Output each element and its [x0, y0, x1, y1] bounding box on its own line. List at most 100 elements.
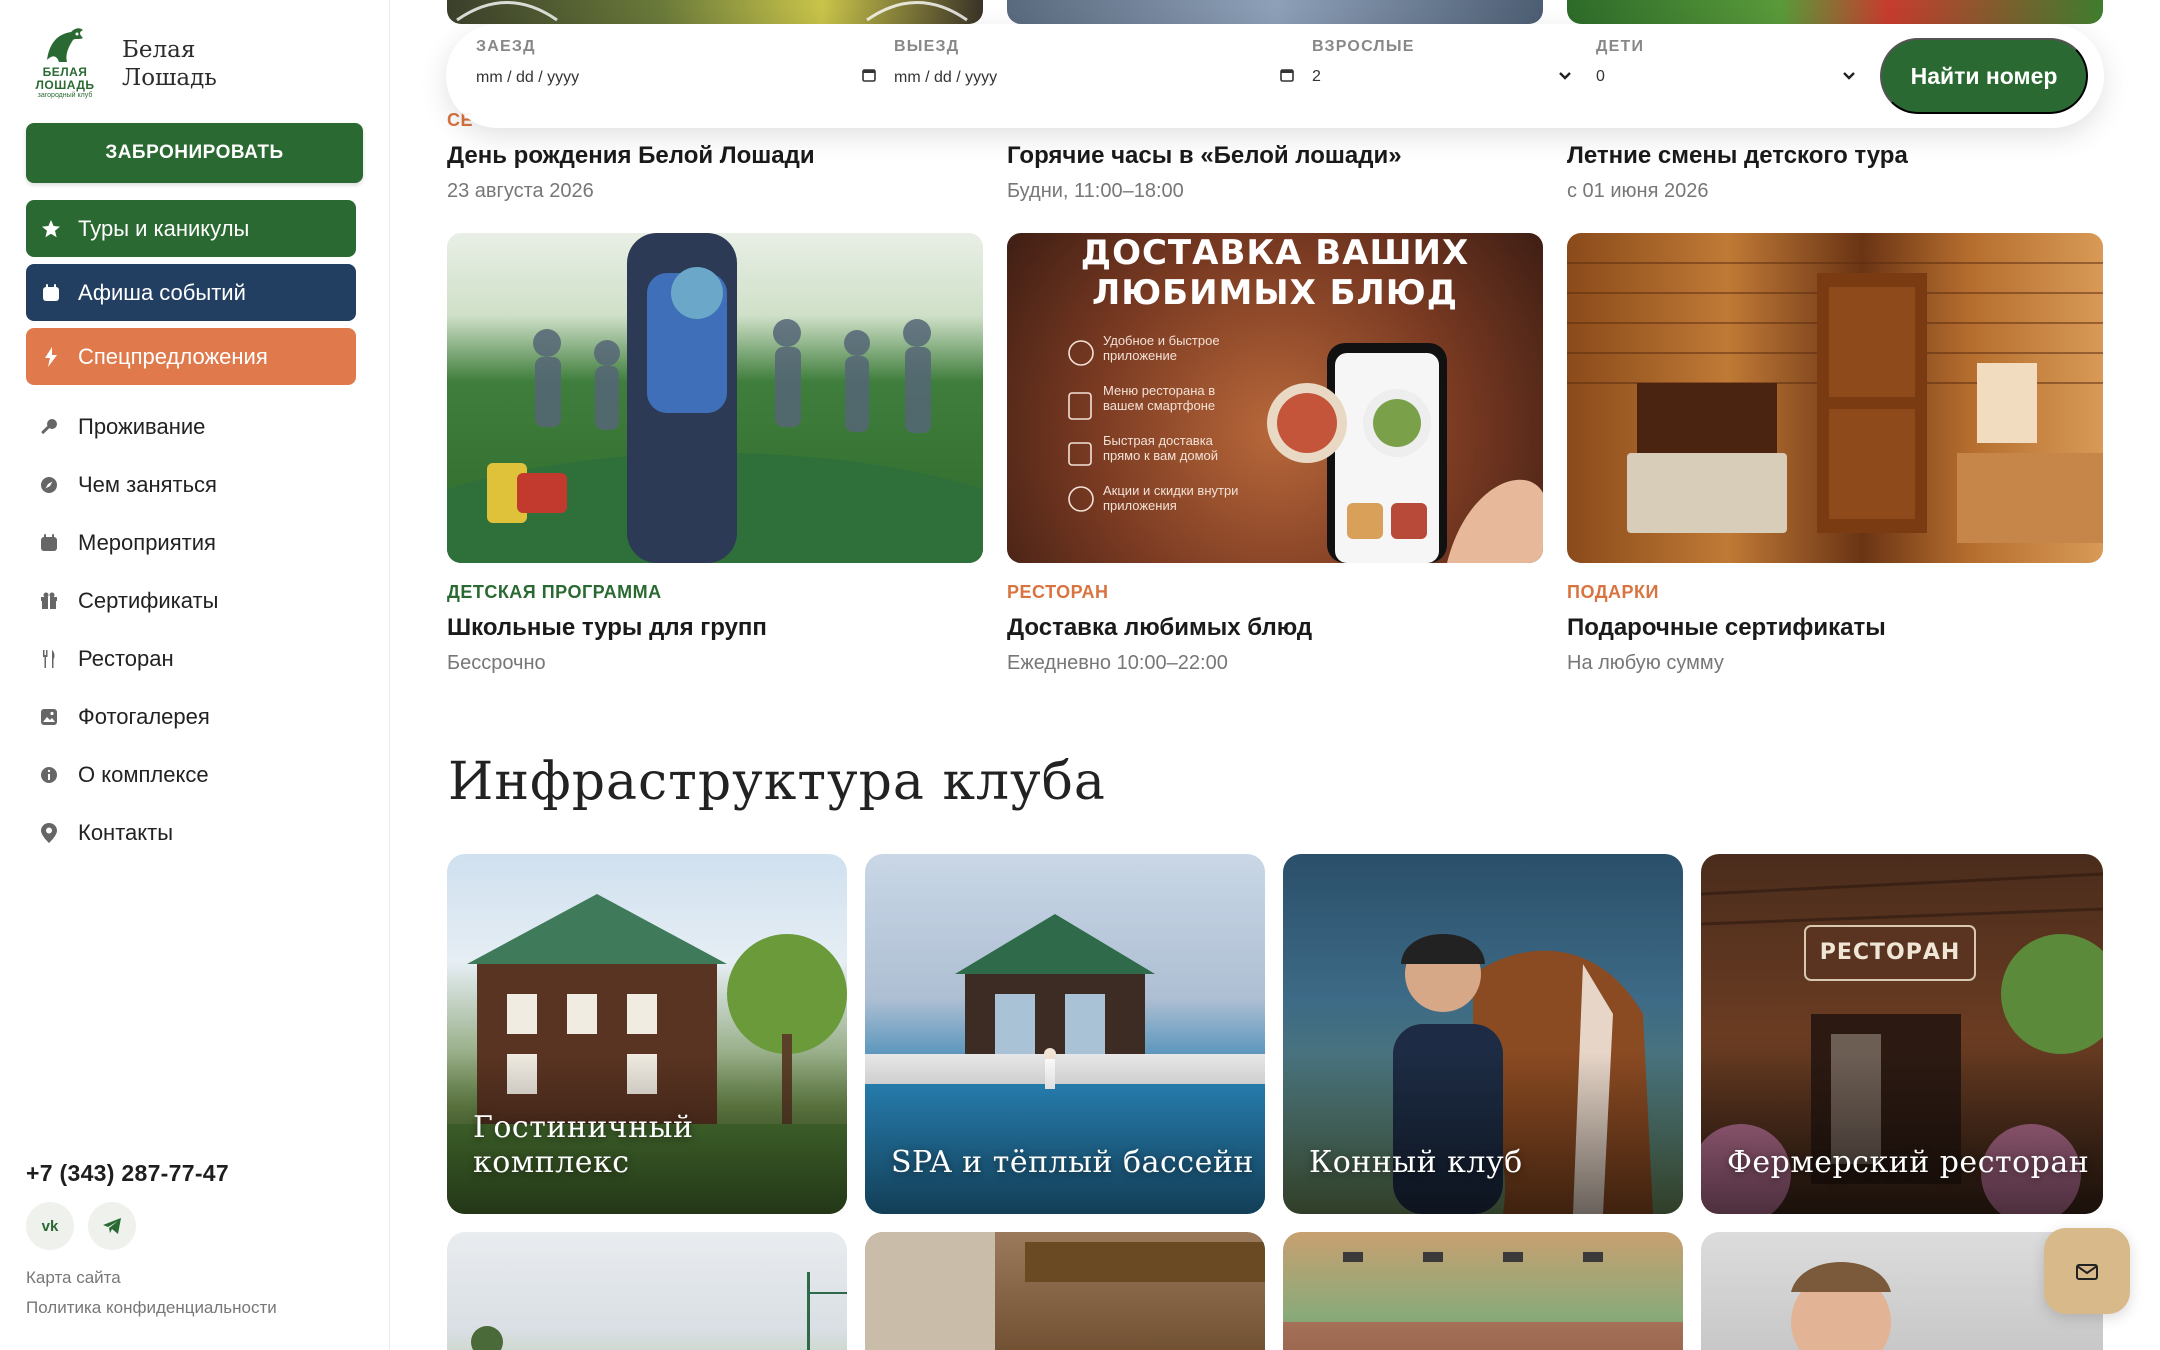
- logo-name-line1: Белая: [122, 37, 196, 63]
- lightning-icon: [40, 346, 62, 368]
- sidebar-item-label: Мероприятия: [78, 530, 216, 555]
- card-title[interactable]: Подарочные сертификаты: [1567, 614, 1886, 642]
- horse-logo-icon: БЕЛАЯ ЛОШАДЬ загородный клуб: [30, 24, 100, 104]
- infra-card-label: SPA и тёплый бассейн: [891, 1145, 1254, 1180]
- checkout-field[interactable]: ВЫЕЗД mm / dd / yyyy: [894, 38, 1294, 87]
- calendar-icon[interactable]: [862, 68, 876, 87]
- gift-icon: [38, 590, 60, 612]
- calendar-icon: [38, 532, 60, 554]
- telegram-icon[interactable]: [88, 1202, 136, 1250]
- restaurant-sign: РЕСТОРАН: [1819, 940, 1961, 965]
- chevron-down-icon: [1842, 68, 1856, 86]
- card-image-summer-camp[interactable]: [1567, 0, 2103, 24]
- sidebar-item-label: Контакты: [78, 820, 174, 845]
- card-title[interactable]: День рождения Белой Лошади: [447, 142, 815, 170]
- adults-value: 2: [1312, 68, 1321, 85]
- logo-mark-line2: ЛОШАДЬ: [35, 78, 95, 92]
- sidebar-item-about[interactable]: О комплексе: [38, 746, 218, 804]
- sidebar-item-label: Ресторан: [78, 646, 174, 671]
- sidebar-item-certificates[interactable]: Сертификаты: [38, 572, 218, 630]
- card-category: ДЕТСКАЯ ПРОГРАММА: [447, 582, 662, 602]
- book-button[interactable]: ЗАБРОНИРОВАТЬ: [26, 123, 363, 183]
- infra-card-staff[interactable]: [1701, 1232, 2103, 1350]
- infra-card-gazebo[interactable]: [865, 1232, 1265, 1350]
- phone-number[interactable]: +7 (343) 287-77-47: [26, 1160, 229, 1187]
- checkin-input[interactable]: mm / dd / yyyy: [476, 69, 579, 87]
- sidebar-pill-offers[interactable]: Спецпредложения: [26, 328, 356, 385]
- infra-card-farm-restaurant[interactable]: РЕСТОРАН Фермерский ресторан: [1701, 854, 2103, 1214]
- sitemap-link[interactable]: Карта сайта: [26, 1268, 121, 1288]
- photo-icon: [38, 706, 60, 728]
- checkin-field[interactable]: ЗАЕЗД mm / dd / yyyy: [476, 38, 876, 87]
- mail-button[interactable]: [2044, 1228, 2130, 1314]
- infra-card-label: Конный клуб: [1309, 1145, 1523, 1180]
- adults-label: ВЗРОСЛЫЕ: [1312, 38, 1415, 55]
- card-image-hot-hours[interactable]: [1007, 0, 1543, 24]
- logo-wordmark: Белая Лошадь: [122, 36, 217, 92]
- sidebar-item-label: Сертификаты: [78, 588, 219, 613]
- calendar-icon: [40, 282, 62, 304]
- card-subtitle: На любую сумму: [1567, 652, 1724, 674]
- infra-card-spa[interactable]: SPA и тёплый бассейн: [865, 854, 1265, 1214]
- infra-card-arena[interactable]: [1283, 1232, 1683, 1350]
- sidebar-item-restaurant[interactable]: Ресторан: [38, 630, 218, 688]
- vk-icon[interactable]: vk: [26, 1202, 74, 1250]
- checkin-label: ЗАЕЗД: [476, 38, 536, 55]
- calendar-icon[interactable]: [1280, 68, 1294, 87]
- logo-tagline: загородный клуб: [37, 92, 93, 99]
- infrastructure-title: Инфраструктура клуба: [448, 752, 1106, 812]
- card-title[interactable]: Школьные туры для групп: [447, 614, 767, 642]
- children-value: 0: [1596, 68, 1605, 85]
- card-image-delivery[interactable]: ДОСТАВКА ВАШИХ ЛЮБИМЫХ БЛЮД Удобное и бы…: [1007, 233, 1543, 563]
- fork-knife-icon: [38, 648, 60, 670]
- mail-icon: [2076, 1256, 2098, 1287]
- sidebar-pill-label: Туры и каникулы: [78, 215, 250, 241]
- card-title[interactable]: Горячие часы в «Белой лошади»: [1007, 142, 1402, 170]
- social-links: vk: [26, 1202, 136, 1250]
- sidebar-item-gallery[interactable]: Фотогалерея: [38, 688, 218, 746]
- checkout-input[interactable]: mm / dd / yyyy: [894, 69, 997, 87]
- card-subtitle: Будни, 11:00–18:00: [1007, 180, 1184, 202]
- key-icon: [38, 416, 60, 438]
- booking-bar: ЗАЕЗД mm / dd / yyyy ВЫЕЗД mm / dd / yyy…: [446, 24, 2104, 128]
- sidebar: БЕЛАЯ ЛОШАДЬ загородный клуб Белая Лошад…: [0, 0, 390, 1350]
- children-select[interactable]: ДЕТИ 0: [1596, 38, 1856, 86]
- sidebar-nav: Проживание Чем заняться Мероприятия Серт…: [38, 398, 218, 862]
- adults-select[interactable]: ВЗРОСЛЫЕ 2: [1312, 38, 1572, 86]
- card-subtitle: Ежедневно 10:00–22:00: [1007, 652, 1228, 674]
- sidebar-pill-label: Афиша событий: [78, 279, 246, 305]
- logo[interactable]: БЕЛАЯ ЛОШАДЬ загородный клуб Белая Лошад…: [30, 24, 217, 104]
- sidebar-item-activities[interactable]: Чем заняться: [38, 456, 218, 514]
- sidebar-item-contacts[interactable]: Контакты: [38, 804, 218, 862]
- sidebar-pill-tours[interactable]: Туры и каникулы: [26, 200, 356, 257]
- infra-card-label: Гостиничный комплекс: [473, 1110, 694, 1180]
- sidebar-item-events[interactable]: Мероприятия: [38, 514, 218, 572]
- card-image-school-tours[interactable]: [447, 233, 983, 563]
- sidebar-item-label: Фотогалерея: [78, 704, 210, 729]
- checkout-label: ВЫЕЗД: [894, 38, 960, 55]
- infra-card-hotel[interactable]: Гостиничный комплекс: [447, 854, 847, 1214]
- sidebar-item-label: Проживание: [78, 414, 206, 439]
- sidebar-item-label: Чем заняться: [78, 472, 217, 497]
- infra-card-horse-club[interactable]: Конный клуб: [1283, 854, 1683, 1214]
- location-pin-icon: [38, 822, 60, 844]
- children-label: ДЕТИ: [1596, 38, 1645, 55]
- card-subtitle: Бессрочно: [447, 652, 546, 674]
- infra-card-stadium[interactable]: [447, 1232, 847, 1350]
- find-room-button[interactable]: Найти номер: [1880, 38, 2088, 114]
- card-image-birthday[interactable]: [447, 0, 983, 24]
- card-title[interactable]: Летние смены детского тура: [1567, 142, 1908, 170]
- card-image-gift-certificates[interactable]: [1567, 233, 2103, 563]
- card-subtitle: с 01 июня 2026: [1567, 180, 1709, 202]
- star-icon: [40, 218, 62, 240]
- sidebar-pill-events[interactable]: Афиша событий: [26, 264, 356, 321]
- privacy-policy-link[interactable]: Политика конфиденциальности: [26, 1298, 277, 1318]
- card-category: ПОДАРКИ: [1567, 582, 1659, 602]
- chevron-down-icon: [1558, 68, 1572, 86]
- card-title[interactable]: Доставка любимых блюд: [1007, 614, 1312, 642]
- sidebar-item-accommodation[interactable]: Проживание: [38, 398, 218, 456]
- info-icon: [38, 764, 60, 786]
- compass-icon: [38, 474, 60, 496]
- sidebar-pill-label: Спецпредложения: [78, 343, 268, 369]
- card-subtitle: 23 августа 2026: [447, 180, 594, 202]
